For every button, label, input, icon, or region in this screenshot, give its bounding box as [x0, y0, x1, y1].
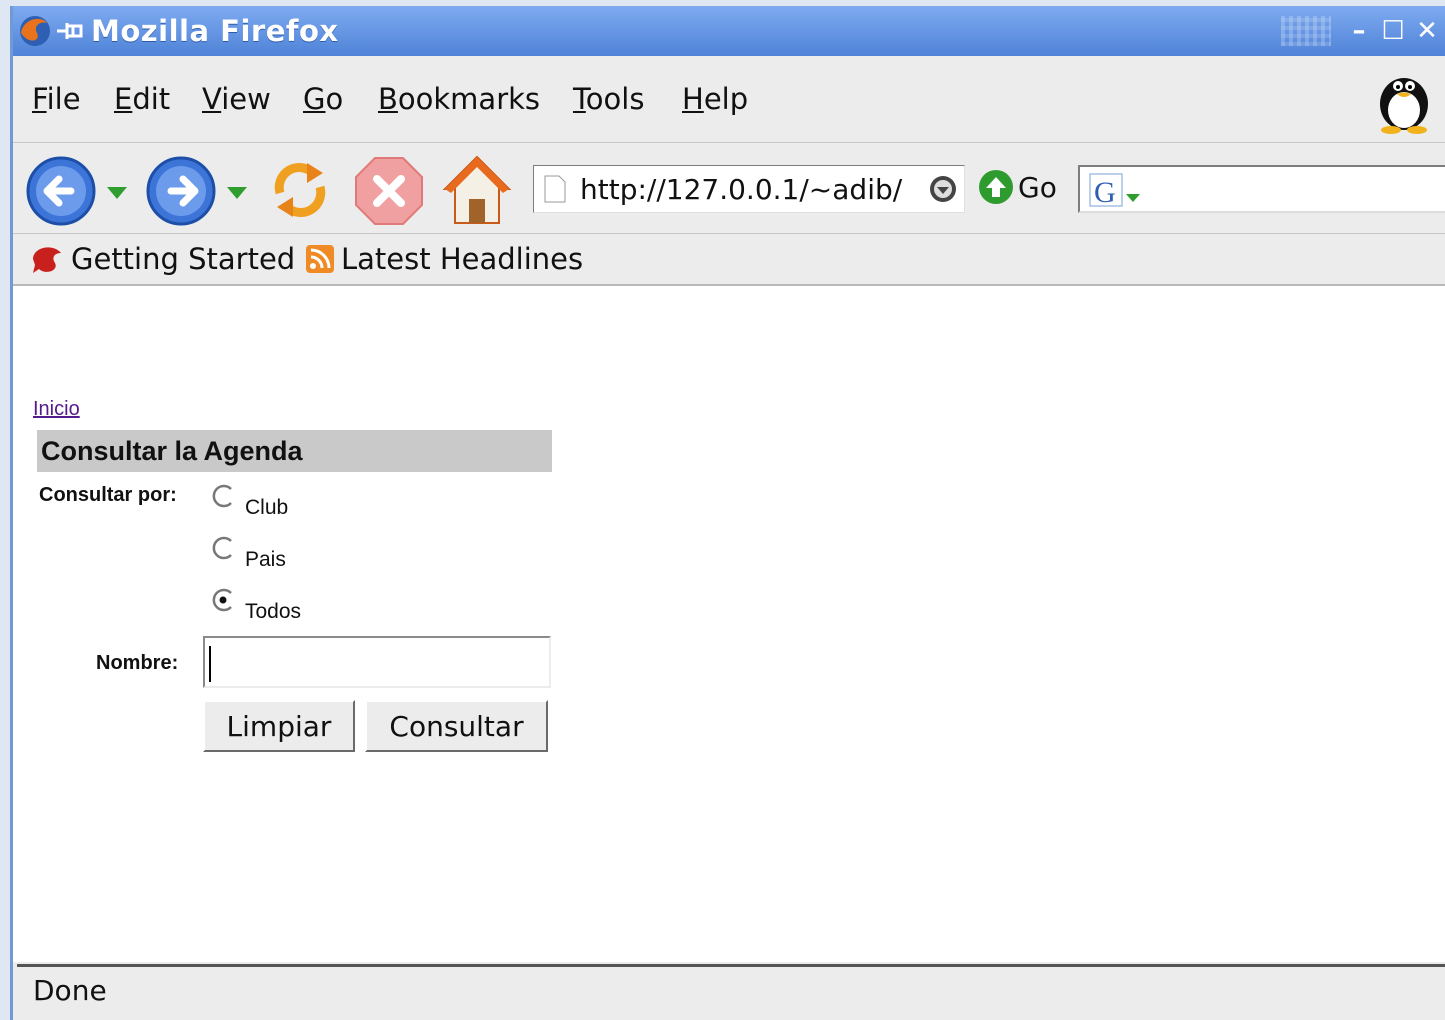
text-caret [209, 646, 211, 682]
form-title: Consultar la Agenda [37, 430, 552, 472]
bookmark-label: Getting Started [71, 242, 296, 276]
radio-todos-selected[interactable] [211, 588, 235, 612]
bookmark-label: Latest Headlines [341, 242, 584, 276]
minimize-button[interactable]: – [1345, 16, 1373, 46]
go-label: Go [1018, 170, 1057, 204]
radio-label: Pais [245, 548, 286, 571]
menu-view[interactable]: View [202, 82, 271, 116]
menu-bookmarks[interactable]: Bookmarks [378, 82, 540, 116]
stop-icon[interactable] [353, 155, 425, 227]
inicio-link[interactable]: Inicio [33, 398, 80, 421]
url-text[interactable]: http://127.0.0.1/~adib/ [580, 173, 902, 206]
titlebar-pattern [1281, 16, 1331, 46]
bookmarks-toolbar: Getting Started Latest Headlines [13, 234, 1445, 286]
bookmark-getting-started[interactable]: Getting Started [29, 242, 295, 276]
throbber-tux-icon[interactable] [1371, 64, 1437, 134]
back-arrow-icon[interactable] [25, 155, 97, 227]
page-content: Inicio Consultar la Agenda Consultar por… [13, 286, 1445, 962]
menu-help[interactable]: Help [682, 82, 748, 116]
maximize-button[interactable]: ☐ [1379, 16, 1407, 46]
forward-arrow-icon[interactable] [145, 155, 217, 227]
url-bar[interactable]: http://127.0.0.1/~adib/ [533, 165, 965, 213]
menu-bar: File Edit View Go Bookmarks Tools Help [13, 56, 1445, 143]
radio-option-club[interactable]: Club [211, 484, 288, 520]
radio-club[interactable] [211, 484, 235, 508]
getting-started-icon [33, 247, 61, 273]
search-box[interactable]: G [1078, 165, 1445, 213]
url-dropdown-icon[interactable] [928, 174, 958, 204]
forward-dropdown-icon[interactable] [225, 185, 249, 201]
firefox-icon [20, 16, 50, 46]
menu-edit[interactable]: Edit [114, 82, 170, 116]
consultar-button[interactable]: Consultar [365, 700, 548, 752]
consultar-por-label: Consultar por: [39, 484, 177, 506]
menu-tools[interactable]: Tools [573, 82, 644, 116]
svg-text:G: G [1094, 176, 1116, 208]
radio-option-todos[interactable]: Todos [211, 588, 301, 624]
window-title: Mozilla Firefox [91, 14, 339, 48]
title-bar[interactable]: Mozilla Firefox – ☐ ✕ [13, 6, 1445, 56]
home-icon[interactable] [441, 153, 513, 227]
browser-window: Mozilla Firefox – ☐ ✕ File Edit View Go … [10, 6, 1445, 1020]
radio-label: Club [245, 496, 289, 519]
reload-icon[interactable] [265, 153, 335, 227]
go-button[interactable]: Go [978, 169, 1057, 205]
menu-go[interactable]: Go [303, 82, 343, 116]
status-bar: Done [17, 964, 1445, 1016]
google-engine-icon[interactable]: G [1088, 172, 1148, 208]
pin-icon[interactable] [55, 18, 85, 44]
nombre-input[interactable] [203, 636, 551, 688]
radio-pais[interactable] [211, 536, 235, 560]
back-dropdown-icon[interactable] [105, 185, 129, 201]
navigation-toolbar: http://127.0.0.1/~adib/ Go G [13, 143, 1445, 234]
bookmark-latest-headlines[interactable]: Latest Headlines [305, 242, 583, 276]
status-text: Done [33, 974, 107, 1007]
nombre-label: Nombre: [96, 652, 179, 674]
rss-feed-icon [306, 245, 334, 273]
close-button[interactable]: ✕ [1413, 16, 1441, 46]
go-arrow-icon [979, 170, 1013, 204]
page-icon [544, 175, 566, 203]
limpiar-button[interactable]: Limpiar [203, 700, 355, 752]
radio-option-pais[interactable]: Pais [211, 536, 286, 572]
radio-label: Todos [245, 600, 302, 623]
menu-file[interactable]: File [32, 82, 81, 116]
